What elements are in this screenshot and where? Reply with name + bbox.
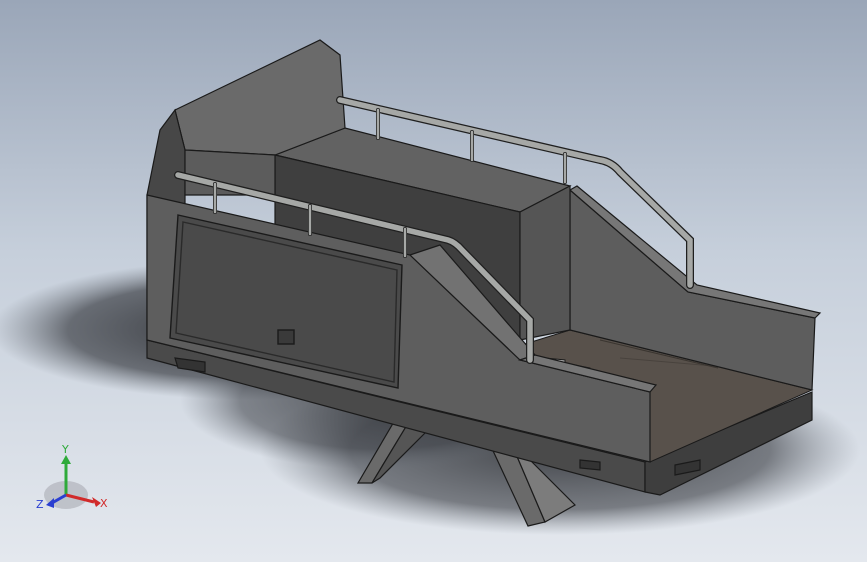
y-axis-label: Y — [61, 443, 69, 456]
z-axis-label: Z — [36, 498, 44, 511]
x-axis-label: X — [100, 497, 108, 510]
3d-viewport[interactable]: Y X Z — [0, 0, 867, 562]
truck-tray-model[interactable] — [0, 0, 867, 562]
axis-triad: Y X Z — [36, 443, 108, 511]
door-handle[interactable] — [277, 329, 295, 345]
